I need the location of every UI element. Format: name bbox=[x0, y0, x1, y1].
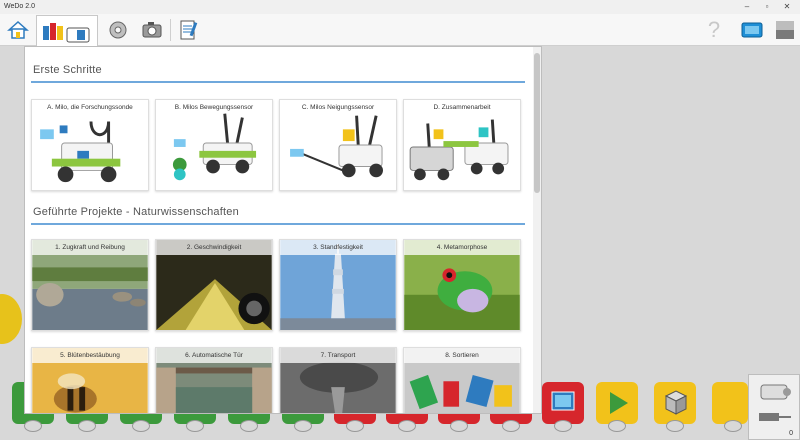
robot-icon bbox=[40, 121, 121, 183]
card-label: D. Zusammenarbeit bbox=[433, 104, 491, 111]
title-bar: WeDo 2.0 – ▫ ✕ bbox=[0, 0, 800, 14]
project-library-dialog: Erste Schritte A. Milo, die Forschungsso… bbox=[24, 46, 542, 414]
home-icon bbox=[7, 20, 29, 39]
camera-icon bbox=[142, 22, 162, 38]
window-title: WeDo 2.0 bbox=[4, 3, 35, 10]
card-label: 6. Automatische Tür bbox=[156, 348, 272, 363]
play-icon bbox=[610, 392, 628, 414]
card-label: C. Milos Neigungssensor bbox=[301, 104, 375, 111]
card-getting-started-b[interactable]: B. Milos Bewegungssensor bbox=[155, 99, 273, 191]
cube-icon bbox=[664, 390, 688, 415]
maximize-icon[interactable]: ▫ bbox=[760, 1, 774, 13]
card-project-3[interactable]: 3. Standfestigkeit bbox=[279, 239, 397, 331]
close-icon[interactable]: ✕ bbox=[780, 1, 794, 13]
help-button[interactable]: ? bbox=[700, 16, 728, 44]
card-getting-started-c[interactable]: C. Milos Neigungssensor bbox=[279, 99, 397, 191]
section-title-guided-projects: Geführte Projekte - Naturwissenschaften bbox=[33, 206, 239, 218]
card-getting-started-d[interactable]: D. Zusammenarbeit bbox=[403, 99, 521, 191]
counter-value: 0 bbox=[789, 430, 793, 437]
robot-tilt-sensor-icon bbox=[290, 115, 383, 178]
palette-block-cube[interactable] bbox=[654, 382, 696, 432]
section-divider bbox=[31, 223, 525, 225]
card-label: 4. Metamorphose bbox=[404, 240, 520, 255]
card-label: B. Milos Bewegungssensor bbox=[174, 104, 254, 111]
card-label: 8. Sortieren bbox=[404, 348, 520, 363]
minimize-icon[interactable]: – bbox=[740, 1, 754, 13]
dialog-scrollbar[interactable] bbox=[533, 47, 541, 413]
card-project-2[interactable]: 2. Geschwindigkeit bbox=[155, 239, 273, 331]
books-icon bbox=[43, 22, 90, 42]
home-button[interactable] bbox=[4, 16, 32, 44]
card-label: 7. Transport bbox=[280, 348, 396, 363]
card-label: 3. Standfestigkeit bbox=[280, 240, 396, 255]
documentation-button[interactable] bbox=[176, 16, 202, 44]
display-button[interactable] bbox=[738, 16, 766, 44]
card-project-4[interactable]: 4. Metamorphose bbox=[403, 239, 521, 331]
section-title-getting-started: Erste Schritte bbox=[33, 64, 102, 76]
card-label: 2. Geschwindigkeit bbox=[156, 240, 272, 255]
two-robots-icon bbox=[409, 119, 509, 181]
card-label: A. Milo, die Forschungssonde bbox=[47, 104, 133, 111]
robot-motion-sensor-icon bbox=[172, 113, 257, 181]
palette-block-partial[interactable] bbox=[712, 382, 748, 432]
toolbar-divider bbox=[170, 19, 171, 41]
card-project-5[interactable]: 5. Blütenbestäubung bbox=[31, 347, 149, 413]
sensor-icon[interactable] bbox=[755, 407, 795, 427]
main-toolbar: ? bbox=[0, 14, 800, 47]
screen-icon bbox=[741, 22, 763, 38]
section-divider bbox=[31, 81, 525, 83]
settings-button[interactable] bbox=[104, 16, 132, 44]
card-getting-started-a[interactable]: A. Milo, die Forschungssonde bbox=[31, 99, 149, 191]
card-project-8[interactable]: 8. Sortieren bbox=[403, 347, 521, 413]
gear-icon bbox=[109, 21, 127, 39]
card-project-6[interactable]: 6. Automatische Tür bbox=[155, 347, 273, 413]
layout-icon bbox=[776, 21, 794, 39]
document-pencil-icon bbox=[180, 20, 198, 40]
motor-icon[interactable] bbox=[755, 379, 795, 405]
hardware-panel: 0 bbox=[748, 374, 800, 440]
card-label: 1. Zugkraft und Reibung bbox=[32, 240, 148, 255]
dialog-scrollbar-thumb[interactable] bbox=[534, 53, 540, 193]
palette-block-display[interactable] bbox=[542, 382, 584, 432]
card-label: 5. Blütenbestäubung bbox=[32, 348, 148, 363]
camera-button[interactable] bbox=[138, 16, 166, 44]
palette-block-play[interactable] bbox=[596, 382, 638, 432]
card-project-1[interactable]: 1. Zugkraft und Reibung bbox=[31, 239, 149, 331]
layout-button[interactable] bbox=[772, 16, 798, 44]
card-project-7[interactable]: 7. Transport bbox=[279, 347, 397, 413]
projects-tab[interactable] bbox=[36, 15, 98, 47]
start-block-partial[interactable] bbox=[0, 294, 22, 344]
monitor-icon bbox=[551, 391, 575, 411]
